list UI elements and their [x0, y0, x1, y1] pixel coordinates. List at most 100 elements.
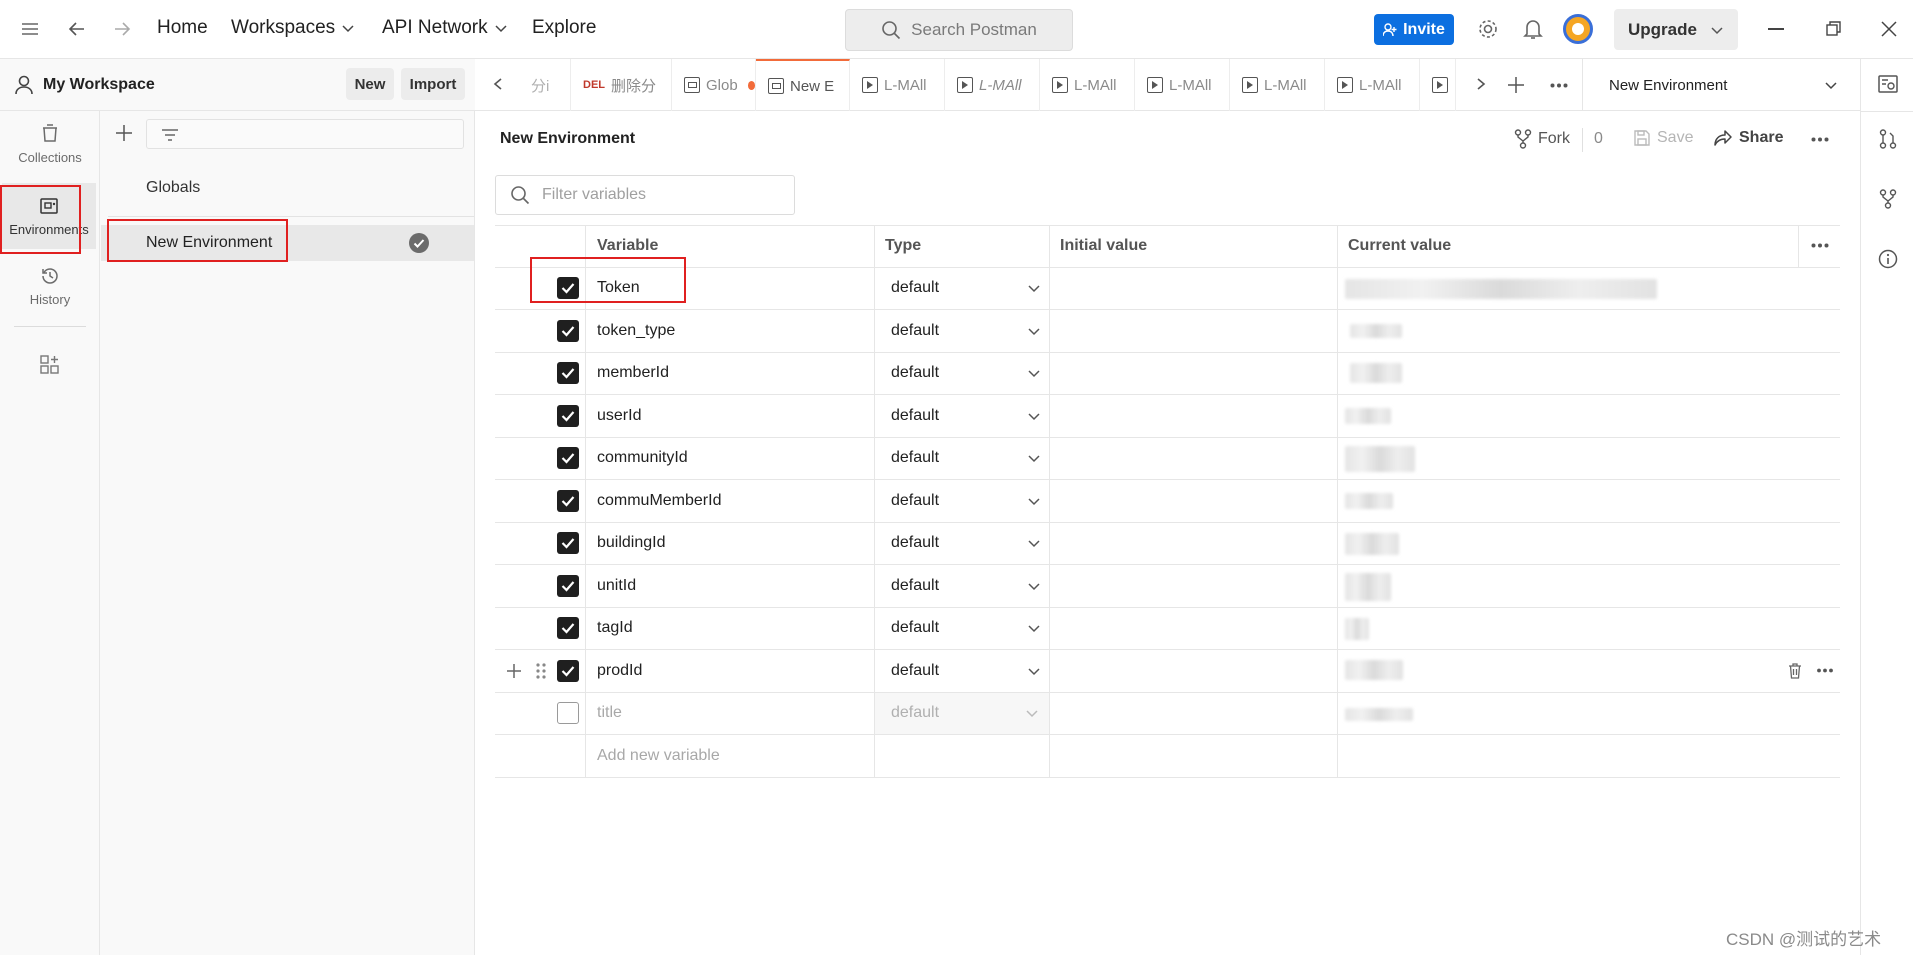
variable-enabled-checkbox[interactable]	[557, 659, 579, 682]
tabs-scroll-right-icon[interactable]	[1475, 77, 1487, 91]
rail-environments[interactable]: Environments	[2, 183, 96, 249]
filter-variables-input[interactable]: Filter variables	[495, 175, 795, 215]
configure-sidebar-icon[interactable]	[40, 355, 60, 375]
fork-button[interactable]: Fork	[1514, 129, 1570, 149]
initial-value-cell[interactable]	[1050, 608, 1337, 650]
rail-collections[interactable]: Collections	[0, 111, 100, 177]
type-select[interactable]: default	[891, 608, 1041, 650]
tabs-more-icon[interactable]	[1550, 83, 1568, 88]
type-select[interactable]: default	[891, 438, 1041, 480]
current-value-redacted[interactable]	[1345, 445, 1415, 472]
tab-item[interactable]: L-MAll	[1135, 59, 1230, 111]
initial-value-cell[interactable]	[1050, 268, 1337, 310]
type-select[interactable]: default	[891, 395, 1041, 437]
tab-item[interactable]: L-MAll	[1040, 59, 1135, 111]
current-value-redacted[interactable]	[1345, 707, 1413, 721]
initial-value-cell[interactable]	[1050, 565, 1337, 607]
new-tab-plus-icon[interactable]	[1507, 76, 1525, 94]
initial-value-cell[interactable]	[1050, 395, 1337, 437]
variable-enabled-checkbox[interactable]	[557, 404, 579, 427]
editor-more-icon[interactable]	[1811, 137, 1829, 142]
fork-icon[interactable]	[1879, 189, 1897, 209]
pull-request-icon[interactable]	[1879, 129, 1897, 149]
current-value-redacted[interactable]	[1345, 617, 1369, 640]
variable-enabled-checkbox[interactable]	[557, 532, 579, 555]
back-arrow-icon[interactable]	[67, 19, 87, 39]
variable-enabled-checkbox[interactable]	[557, 702, 579, 725]
current-value-redacted[interactable]	[1350, 324, 1402, 338]
avatar[interactable]	[1563, 14, 1593, 44]
initial-value-cell[interactable]	[1050, 693, 1337, 735]
minimize-icon[interactable]	[1768, 28, 1784, 30]
current-value-redacted[interactable]	[1345, 532, 1399, 555]
variable-name[interactable]: unitId	[597, 565, 636, 607]
variable-name[interactable]: memberId	[597, 353, 669, 395]
variable-name[interactable]: title	[597, 693, 622, 735]
restore-icon[interactable]	[1826, 21, 1842, 37]
search-input[interactable]: Search Postman	[845, 9, 1073, 51]
add-row-plus-icon[interactable]	[506, 650, 522, 692]
delete-row-trash-icon[interactable]	[1788, 650, 1802, 692]
variable-name[interactable]: userId	[597, 395, 641, 437]
tab-item[interactable]: Glob	[672, 59, 756, 111]
variable-name[interactable]: buildingId	[597, 523, 666, 565]
environment-selector[interactable]: New Environment	[1582, 59, 1860, 111]
tab-item[interactable]: L-MAll	[1230, 59, 1325, 111]
current-value-redacted[interactable]	[1345, 660, 1403, 680]
sidebar-item-globals[interactable]: Globals	[101, 166, 474, 210]
initial-value-cell[interactable]	[1050, 480, 1337, 522]
api-network-menu[interactable]: API Network	[382, 17, 508, 39]
share-button[interactable]: Share	[1713, 129, 1783, 147]
save-button[interactable]: Save	[1633, 129, 1693, 147]
tab-item[interactable]: L-MAll	[850, 59, 945, 111]
variable-enabled-checkbox[interactable]	[557, 489, 579, 512]
initial-value-cell[interactable]	[1050, 438, 1337, 480]
active-check-icon[interactable]	[409, 233, 429, 253]
initial-value-cell[interactable]	[1050, 353, 1337, 395]
tab-item[interactable]: 分i	[519, 59, 571, 111]
import-button[interactable]: Import	[401, 68, 465, 100]
forward-arrow-icon[interactable]	[112, 19, 132, 39]
variable-enabled-checkbox[interactable]	[557, 362, 579, 385]
tab-item[interactable]: DEL 删除分	[571, 59, 672, 111]
drag-handle-icon[interactable]	[536, 650, 546, 692]
rail-history[interactable]: History	[0, 253, 100, 319]
tab-item-partial[interactable]	[1420, 59, 1456, 111]
variable-name[interactable]: prodId	[597, 650, 642, 692]
type-select[interactable]: default	[875, 692, 1049, 734]
initial-value-cell[interactable]	[1050, 310, 1337, 352]
tab-item[interactable]: L-MAll	[945, 59, 1040, 111]
variable-enabled-checkbox[interactable]	[557, 617, 579, 640]
type-select[interactable]: default	[891, 480, 1041, 522]
sidebar-item-new-environment[interactable]: New Environment	[101, 225, 474, 261]
variable-name[interactable]: commuMemberId	[597, 480, 721, 522]
explore-link[interactable]: Explore	[532, 17, 596, 39]
type-select[interactable]: default	[891, 650, 1041, 692]
variable-enabled-checkbox[interactable]	[557, 447, 579, 470]
variable-enabled-checkbox[interactable]	[557, 277, 579, 300]
home-link[interactable]: Home	[157, 17, 208, 39]
sidebar-filter-input[interactable]	[146, 119, 464, 149]
environment-quick-look-icon[interactable]	[1878, 74, 1898, 94]
add-environment-icon[interactable]	[115, 124, 133, 142]
tab-item[interactable]: L-MAll	[1325, 59, 1420, 111]
initial-value-cell[interactable]	[1050, 650, 1337, 692]
current-value-redacted[interactable]	[1345, 493, 1393, 509]
menu-icon[interactable]	[20, 20, 40, 38]
info-icon[interactable]	[1878, 249, 1898, 269]
type-select[interactable]: default	[891, 353, 1041, 395]
add-new-variable-input[interactable]: Add new variable	[597, 735, 720, 777]
invite-button[interactable]: Invite	[1374, 14, 1454, 45]
current-value-redacted[interactable]	[1345, 408, 1391, 424]
type-select[interactable]: default	[891, 523, 1041, 565]
current-value-redacted[interactable]	[1345, 573, 1391, 601]
tabs-scroll-left-icon[interactable]	[492, 77, 504, 91]
type-select[interactable]: default	[891, 310, 1041, 352]
bell-icon[interactable]	[1523, 18, 1543, 40]
variable-enabled-checkbox[interactable]	[557, 319, 579, 342]
current-value-redacted[interactable]	[1350, 362, 1402, 383]
upgrade-button[interactable]: Upgrade	[1614, 9, 1738, 50]
settings-gear-icon[interactable]	[1477, 18, 1499, 40]
variable-name[interactable]: communityId	[597, 438, 688, 480]
variable-name[interactable]: tagId	[597, 608, 633, 650]
